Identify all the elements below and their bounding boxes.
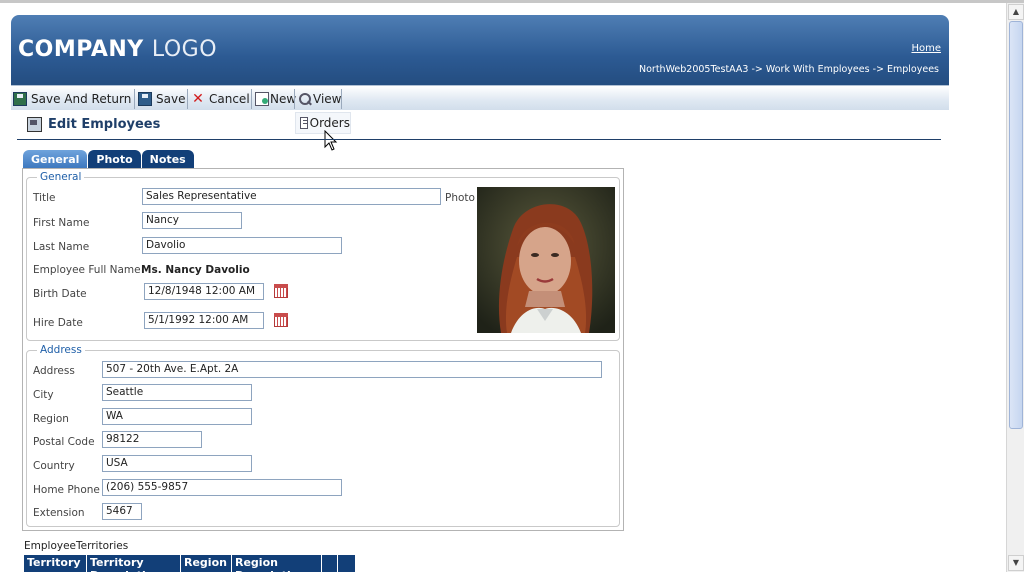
birth-date-field[interactable]: 12/8/1948 12:00 AM	[144, 283, 264, 300]
first-name-field[interactable]: Nancy	[142, 212, 242, 229]
region-field[interactable]: WA	[102, 408, 252, 425]
general-legend: General	[37, 171, 85, 183]
address-field[interactable]: 507 - 20th Ave. E.Apt. 2A	[102, 361, 602, 378]
last-name-label: Last Name	[33, 241, 90, 253]
page-title: Edit Employees	[27, 117, 160, 132]
cancel-button[interactable]: ✕ Cancel	[189, 89, 252, 109]
cancel-label: Cancel	[209, 92, 250, 106]
header-banner: COMPANY LOGO Home NorthWeb2005TestAA3 ->…	[11, 15, 949, 85]
city-field[interactable]: Seattle	[102, 384, 252, 401]
portrait-image	[477, 187, 615, 333]
view-label: View	[313, 92, 342, 106]
company-logo: COMPANY LOGO	[18, 37, 217, 62]
toolbar-divider	[187, 89, 188, 109]
column-header-action[interactable]	[338, 555, 356, 572]
employee-photo	[477, 187, 615, 333]
birth-date-label: Birth Date	[33, 288, 87, 300]
territories-title: EmployeeTerritories	[24, 540, 129, 552]
toolbar-divider	[294, 89, 295, 109]
scroll-up-arrow-icon[interactable]: ▲	[1008, 4, 1024, 20]
address-legend: Address	[37, 344, 85, 356]
save-and-return-label: Save And Return	[31, 92, 132, 106]
save-and-return-button[interactable]: Save And Return	[11, 89, 133, 109]
edit-form-icon	[27, 117, 42, 132]
hire-date-calendar-icon[interactable]	[274, 313, 288, 327]
page: COMPANY LOGO Home NorthWeb2005TestAA3 ->…	[0, 3, 1006, 572]
tab-notes[interactable]: Notes	[141, 150, 194, 168]
employee-form: General Title Sales Representative First…	[22, 168, 624, 531]
mouse-cursor-icon	[324, 130, 338, 151]
new-label: New	[270, 92, 297, 106]
home-link[interactable]: Home	[911, 43, 941, 54]
title-label: Title	[33, 192, 56, 204]
territories-grid-header: Territory Territory Description Region R…	[24, 555, 356, 572]
scrollbar-thumb[interactable]	[1009, 21, 1023, 429]
title-field[interactable]: Sales Representative	[142, 188, 441, 205]
magnifier-icon	[298, 92, 312, 106]
address-label: Address	[33, 365, 75, 377]
save-return-icon	[13, 92, 27, 106]
page-title-text: Edit Employees	[48, 117, 161, 132]
extension-label: Extension	[33, 507, 85, 519]
postal-code-label: Postal Code	[33, 436, 95, 448]
toolbar-divider	[251, 89, 252, 109]
toolbar-divider	[134, 89, 135, 109]
country-label: Country	[33, 460, 75, 472]
logo-bold-text: COMPANY	[18, 37, 144, 62]
vertical-scrollbar[interactable]: ▲ ▼	[1006, 3, 1024, 572]
new-button[interactable]: New	[253, 89, 298, 109]
home-phone-label: Home Phone	[33, 484, 100, 496]
last-name-field[interactable]: Davolio	[142, 237, 342, 254]
first-name-label: First Name	[33, 217, 90, 229]
title-divider	[17, 139, 941, 140]
list-icon	[300, 117, 308, 129]
view-button[interactable]: View	[296, 89, 343, 109]
logo-light-text: LOGO	[151, 37, 218, 62]
scroll-down-arrow-icon[interactable]: ▼	[1008, 555, 1024, 571]
photo-label: Photo	[445, 192, 475, 204]
column-header-region-description[interactable]: Region Description	[232, 555, 322, 572]
orders-label: Orders	[309, 116, 350, 130]
column-header-action[interactable]	[322, 555, 338, 572]
save-icon	[138, 92, 152, 106]
save-button[interactable]: Save	[136, 89, 187, 109]
column-header-territory[interactable]: Territory	[24, 555, 87, 572]
toolbar-divider	[341, 89, 342, 109]
extension-field[interactable]: 5467	[102, 503, 142, 520]
country-field[interactable]: USA	[102, 455, 252, 472]
new-icon	[255, 92, 269, 106]
address-fieldset: Address Address 507 - 20th Ave. E.Apt. 2…	[26, 344, 620, 527]
hire-date-field[interactable]: 5/1/1992 12:00 AM	[144, 312, 264, 329]
cancel-icon: ✕	[192, 91, 204, 107]
general-fieldset: General Title Sales Representative First…	[26, 171, 620, 341]
city-label: City	[33, 389, 54, 401]
orders-menu-item[interactable]: Orders	[295, 112, 351, 134]
home-phone-field[interactable]: (206) 555-9857	[102, 479, 342, 496]
tab-strip: General Photo Notes	[23, 150, 195, 168]
region-label: Region	[33, 413, 69, 425]
column-header-region[interactable]: Region	[181, 555, 232, 572]
column-header-territory-description[interactable]: Territory Description	[87, 555, 181, 572]
breadcrumb: NorthWeb2005TestAA3 -> Work With Employe…	[639, 64, 939, 75]
save-label: Save	[156, 92, 186, 106]
full-name-value: Ms. Nancy Davolio	[141, 264, 250, 276]
tab-general[interactable]: General	[23, 150, 88, 168]
tab-photo[interactable]: Photo	[88, 150, 141, 168]
postal-code-field[interactable]: 98122	[102, 431, 202, 448]
birth-date-calendar-icon[interactable]	[274, 284, 288, 298]
hire-date-label: Hire Date	[33, 317, 83, 329]
full-name-label: Employee Full Name	[33, 264, 141, 276]
toolbar: Save And Return Save ✕ Cancel New View	[11, 85, 949, 110]
